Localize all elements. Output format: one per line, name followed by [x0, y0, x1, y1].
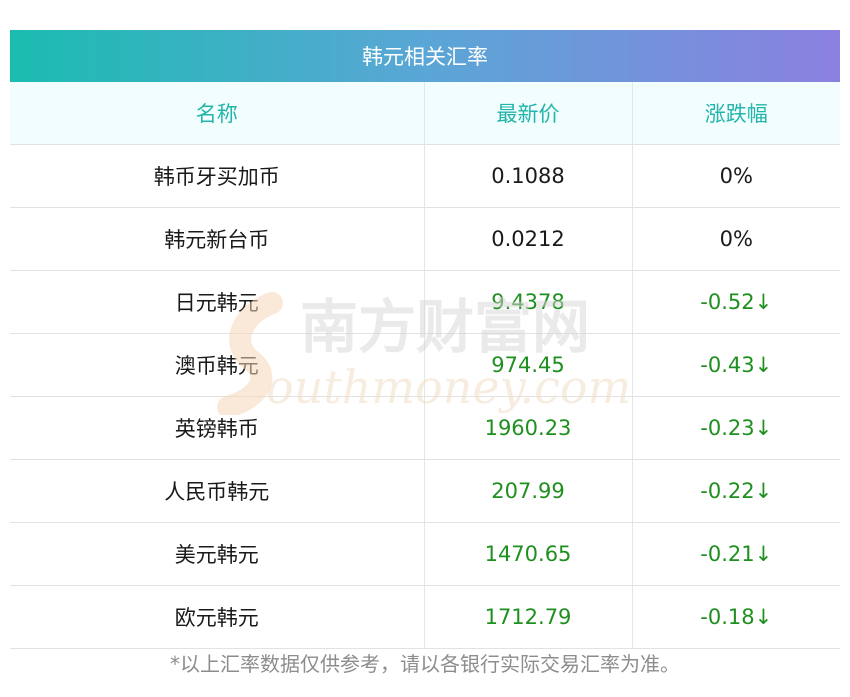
table-row: 美元韩元 1470.65 -0.21↓: [10, 522, 840, 586]
row-price: 0.0212: [424, 207, 633, 271]
column-header-price: 最新价: [424, 82, 633, 145]
table-title: 韩元相关汇率: [362, 45, 488, 69]
row-change: -0.22↓: [632, 459, 840, 523]
table-row: 韩币牙买加币 0.1088 0%: [10, 144, 840, 208]
row-price: 9.4378: [424, 270, 633, 334]
row-price: 1960.23: [424, 396, 633, 460]
table-row: 英镑韩币 1960.23 -0.23↓: [10, 396, 840, 460]
table-row: 澳币韩元 974.45 -0.43↓: [10, 333, 840, 397]
row-change: -0.18↓: [632, 585, 840, 649]
row-name: 日元韩元: [10, 270, 425, 334]
row-price: 207.99: [424, 459, 633, 523]
row-change: -0.21↓: [632, 522, 840, 586]
column-header-change: 涨跌幅: [632, 82, 840, 145]
table-row: 人民币韩元 207.99 -0.22↓: [10, 459, 840, 523]
row-name: 美元韩元: [10, 522, 425, 586]
row-name: 英镑韩币: [10, 396, 425, 460]
table-row: 韩元新台币 0.0212 0%: [10, 207, 840, 271]
row-change: 0%: [632, 144, 840, 208]
row-price: 1712.79: [424, 585, 633, 649]
table-title-bar: 韩元相关汇率: [10, 30, 840, 82]
row-price: 1470.65: [424, 522, 633, 586]
row-name: 韩币牙买加币: [10, 144, 425, 208]
column-header-name: 名称: [10, 82, 425, 145]
row-name: 人民币韩元: [10, 459, 425, 523]
exchange-rate-table: 名称 最新价 涨跌幅 韩币牙买加币 0.1088 0% 韩元新台币 0.0212…: [10, 82, 840, 649]
row-change: -0.23↓: [632, 396, 840, 460]
row-name: 欧元韩元: [10, 585, 425, 649]
table-header-row: 名称 最新价 涨跌幅: [10, 82, 840, 145]
table-row: 欧元韩元 1712.79 -0.18↓: [10, 585, 840, 649]
row-change: -0.52↓: [632, 270, 840, 334]
table-row: 日元韩元 9.4378 -0.52↓: [10, 270, 840, 334]
row-name: 澳币韩元: [10, 333, 425, 397]
row-change: -0.43↓: [632, 333, 840, 397]
row-price: 974.45: [424, 333, 633, 397]
disclaimer-note: *以上汇率数据仅供参考，请以各银行实际交易汇率为准。: [170, 652, 680, 676]
row-price: 0.1088: [424, 144, 633, 208]
row-change: 0%: [632, 207, 840, 271]
row-name: 韩元新台币: [10, 207, 425, 271]
